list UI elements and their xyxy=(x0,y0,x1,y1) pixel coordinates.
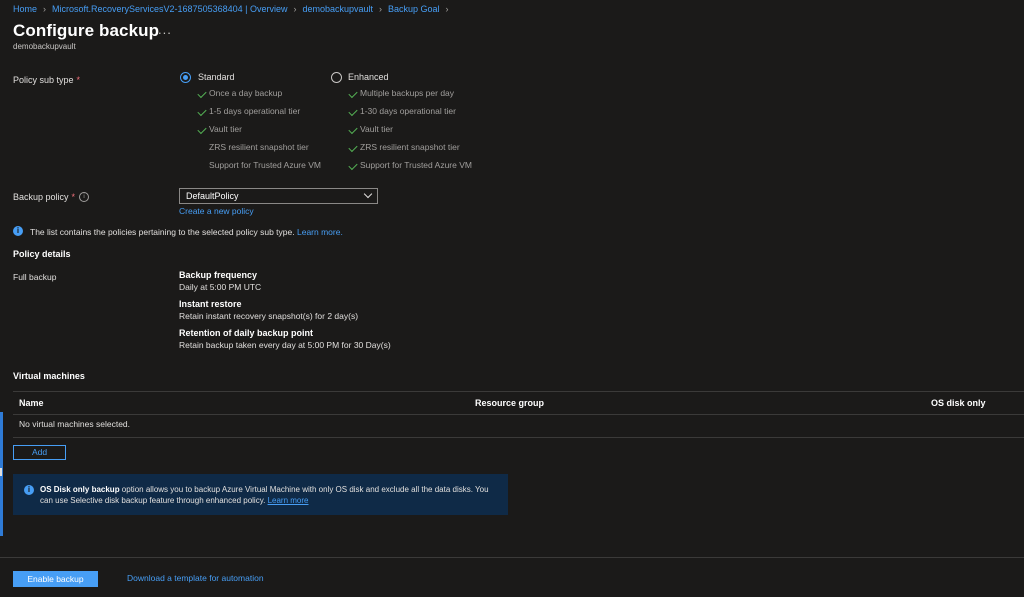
info-filled-icon: i xyxy=(13,226,23,236)
backup-policy-dropdown[interactable]: DefaultPolicy xyxy=(179,188,378,204)
check-icon xyxy=(197,106,207,117)
feature-item: Vault tier xyxy=(209,124,242,134)
download-template-link[interactable]: Download a template for automation xyxy=(127,573,264,583)
column-header-resource-group[interactable]: Resource group xyxy=(475,398,544,408)
breadcrumb: Home › Microsoft.RecoveryServicesV2-16875… xyxy=(13,4,455,14)
footer-divider xyxy=(0,557,1024,558)
check-icon xyxy=(197,124,207,135)
policy-sub-type-label: Policy sub type * xyxy=(13,75,81,85)
feature-item: 1-5 days operational tier xyxy=(209,106,301,116)
feature-item: Support for Trusted Azure VM xyxy=(360,160,472,170)
backup-frequency-value: Daily at 5:00 PM UTC xyxy=(179,282,262,292)
feature-item: ZRS resilient snapshot tier xyxy=(360,142,460,152)
radio-enhanced[interactable]: Enhanced xyxy=(331,71,451,84)
radio-enhanced-label: Enhanced xyxy=(348,72,389,82)
required-marker: * xyxy=(76,75,81,85)
table-bottom-divider xyxy=(13,437,1024,438)
info-filled-icon: i xyxy=(24,485,34,495)
learn-more-link[interactable]: Learn more. xyxy=(297,227,343,237)
info-icon[interactable]: i xyxy=(79,192,89,202)
radio-standard[interactable]: Standard xyxy=(180,71,300,84)
table-top-divider xyxy=(13,391,1024,392)
check-icon xyxy=(348,160,358,171)
policy-details-heading: Policy details xyxy=(13,249,71,259)
page-title: Configure backup xyxy=(13,21,160,40)
enable-backup-button[interactable]: Enable backup xyxy=(13,571,98,587)
radio-unselected-icon[interactable] xyxy=(331,72,342,83)
feature-item: Multiple backups per day xyxy=(360,88,455,98)
check-icon xyxy=(348,106,358,117)
page-subtitle: demobackupvault xyxy=(13,42,76,51)
enhanced-features: Multiple backups per day 1-30 days opera… xyxy=(347,88,497,178)
more-options-icon[interactable]: ... xyxy=(158,22,172,37)
chevron-right-icon: › xyxy=(445,4,449,14)
check-icon xyxy=(348,142,358,153)
feature-item: 1-30 days operational tier xyxy=(360,106,456,116)
instant-restore-title: Instant restore xyxy=(179,299,242,309)
required-marker: * xyxy=(71,192,76,202)
feature-item: Support for Trusted Azure VM xyxy=(209,160,321,170)
column-header-name[interactable]: Name xyxy=(19,398,44,408)
os-disk-info-banner: i OS Disk only backup option allows you … xyxy=(13,474,508,515)
breadcrumb-home[interactable]: Home xyxy=(13,4,37,14)
chevron-right-icon: › xyxy=(293,4,297,14)
check-icon xyxy=(197,88,207,99)
breadcrumb-recovery-services[interactable]: Microsoft.RecoveryServicesV2-16875053684… xyxy=(52,4,287,14)
chevron-right-icon: › xyxy=(43,4,47,14)
retention-title: Retention of daily backup point xyxy=(179,328,314,338)
banner-learn-more-link[interactable]: Learn more xyxy=(268,496,309,505)
add-vm-button[interactable]: Add xyxy=(13,445,66,460)
instant-restore-value: Retain instant recovery snapshot(s) for … xyxy=(179,311,359,321)
policy-info-note: The list contains the policies pertainin… xyxy=(30,227,343,237)
backup-policy-label: Backup policy * xyxy=(13,192,76,202)
feature-item: ZRS resilient snapshot tier xyxy=(209,142,309,152)
column-header-os-disk-only[interactable]: OS disk only xyxy=(931,398,986,408)
table-header-divider xyxy=(13,414,1024,415)
chevron-down-icon xyxy=(363,189,373,199)
standard-features: Once a day backup 1-5 days operational t… xyxy=(196,88,336,178)
breadcrumb-vault[interactable]: demobackupvault xyxy=(302,4,373,14)
check-icon xyxy=(348,124,358,135)
feature-item: Vault tier xyxy=(360,124,393,134)
backup-frequency-title: Backup frequency xyxy=(179,270,258,280)
check-icon xyxy=(348,88,358,99)
banner-text: OS Disk only backup option allows you to… xyxy=(40,485,489,505)
full-backup-label: Full backup xyxy=(13,272,57,282)
radio-selected-icon[interactable] xyxy=(180,72,191,83)
chevron-right-icon: › xyxy=(379,4,383,14)
retention-value: Retain backup taken every day at 5:00 PM… xyxy=(179,340,391,350)
create-policy-link[interactable]: Create a new policy xyxy=(179,206,254,216)
backup-policy-value: DefaultPolicy xyxy=(186,191,239,201)
empty-table-message: No virtual machines selected. xyxy=(19,419,131,429)
radio-standard-label: Standard xyxy=(198,72,235,82)
feature-item: Once a day backup xyxy=(209,88,283,98)
virtual-machines-heading: Virtual machines xyxy=(13,371,85,381)
resize-handle[interactable] xyxy=(0,468,2,476)
breadcrumb-backup-goal[interactable]: Backup Goal xyxy=(388,4,440,14)
